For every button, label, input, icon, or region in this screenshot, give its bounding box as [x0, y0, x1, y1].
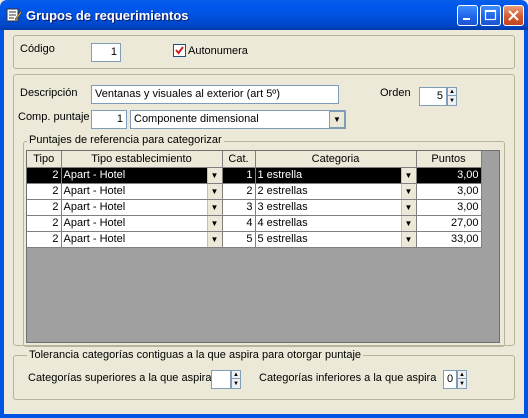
cell-puntos[interactable]: 3,00	[416, 183, 482, 200]
autonumera-label: Autonumera	[188, 45, 248, 57]
cell-text: Apart - Hotel	[63, 201, 126, 213]
table-row[interactable]: 2 Apart - Hotel ▼ 5 5 estrellas ▼ 33,00	[27, 231, 482, 248]
superiores-spinner[interactable]: ▲ ▼	[231, 370, 241, 389]
puntajes-table: Tipo Tipo establecimiento Cat. Categoria…	[27, 151, 482, 248]
table-row[interactable]: 2 Apart - Hotel ▼ 1 1 estrella ▼ 3,00	[27, 167, 482, 184]
autonumera-checkbox[interactable]	[173, 44, 186, 57]
comp-puntaje-label: Comp. puntaje	[18, 111, 90, 123]
maximize-button[interactable]	[480, 5, 501, 26]
chevron-down-icon[interactable]: ▼	[206, 215, 221, 230]
cell-text: 3 estrellas	[257, 201, 308, 213]
cell-puntos[interactable]: 3,00	[416, 167, 482, 184]
cell-text: 2 estrellas	[257, 185, 308, 197]
inferiores-spinner[interactable]: ▲ ▼	[457, 370, 467, 389]
cell-categoria[interactable]: 1 estrella ▼	[255, 167, 417, 184]
cell-establecimiento[interactable]: Apart - Hotel ▼	[61, 183, 223, 200]
title-bar: Grupos de requerimientos	[0, 0, 528, 30]
spin-up-icon[interactable]: ▲	[448, 88, 456, 96]
form-edit-icon	[6, 8, 22, 22]
cell-categoria[interactable]: 3 estrellas ▼	[255, 199, 417, 216]
close-button[interactable]	[503, 5, 524, 26]
cell-text: 5 estrellas	[257, 233, 308, 245]
spin-down-icon[interactable]: ▼	[458, 380, 466, 388]
superiores-input[interactable]	[211, 370, 231, 389]
chevron-down-icon[interactable]: ▼	[206, 167, 221, 182]
comp-puntaje-value: Componente dimensional	[134, 113, 259, 125]
puntajes-grid[interactable]: Tipo Tipo establecimiento Cat. Categoria…	[26, 150, 500, 343]
tolerancia-caption: Tolerancia categorías contiguas a la que…	[27, 349, 364, 361]
spin-up-icon[interactable]: ▲	[232, 371, 240, 379]
checkmark-icon	[175, 46, 184, 55]
orden-spinner[interactable]: ▲ ▼	[447, 87, 457, 106]
superiores-label: Categorías superiores a la que aspira	[28, 372, 212, 384]
cell-categoria[interactable]: 5 estrellas ▼	[255, 231, 417, 248]
cell-text: 4 estrellas	[257, 217, 308, 229]
cell-establecimiento[interactable]: Apart - Hotel ▼	[61, 231, 223, 248]
chevron-down-icon[interactable]: ▼	[206, 183, 221, 198]
spin-up-icon[interactable]: ▲	[458, 371, 466, 379]
spin-down-icon[interactable]: ▼	[232, 380, 240, 388]
chevron-down-icon[interactable]: ▼	[400, 167, 415, 182]
cell-cat[interactable]: 2	[222, 183, 256, 200]
cell-puntos[interactable]: 33,00	[416, 231, 482, 248]
cell-text: Apart - Hotel	[63, 217, 126, 229]
cell-puntos[interactable]: 3,00	[416, 199, 482, 216]
orden-label: Orden	[380, 87, 411, 99]
col-puntos[interactable]: Puntos	[416, 151, 482, 168]
minimize-button[interactable]	[457, 5, 478, 26]
cell-text: Apart - Hotel	[63, 185, 126, 197]
cell-establecimiento[interactable]: Apart - Hotel ▼	[61, 167, 223, 184]
orden-input[interactable]: 5	[419, 87, 447, 106]
window-title: Grupos de requerimientos	[26, 8, 189, 23]
col-cat[interactable]: Cat.	[222, 151, 256, 168]
cell-establecimiento[interactable]: Apart - Hotel ▼	[61, 199, 223, 216]
comp-puntaje-code[interactable]: 1	[91, 110, 127, 129]
codigo-label: Código	[20, 43, 55, 55]
inferiores-input[interactable]: 0	[443, 370, 457, 389]
descripcion-input[interactable]: Ventanas y visuales al exterior (art 5º)	[91, 85, 339, 104]
minimize-icon	[463, 18, 470, 20]
chevron-down-icon[interactable]: ▼	[400, 215, 415, 230]
table-row[interactable]: 2 Apart - Hotel ▼ 4 4 estrellas ▼ 27,00	[27, 215, 482, 232]
cell-puntos[interactable]: 27,00	[416, 215, 482, 232]
close-icon	[508, 10, 519, 21]
cell-cat[interactable]: 3	[222, 199, 256, 216]
codigo-group	[13, 35, 515, 69]
cell-cat[interactable]: 4	[222, 215, 256, 232]
codigo-input[interactable]: 1	[91, 43, 121, 62]
cell-cat[interactable]: 1	[222, 167, 256, 184]
cell-tipo[interactable]: 2	[27, 167, 62, 184]
spin-down-icon[interactable]: ▼	[448, 97, 456, 105]
puntajes-caption: Puntajes de referencia para categorizar	[27, 134, 224, 146]
table-row[interactable]: 2 Apart - Hotel ▼ 2 2 estrellas ▼ 3,00	[27, 183, 482, 200]
cell-categoria[interactable]: 4 estrellas ▼	[255, 215, 417, 232]
inferiores-label: Categorías inferiores a la que aspira	[259, 372, 437, 384]
comp-puntaje-select[interactable]: Componente dimensional	[130, 110, 346, 129]
chevron-down-icon[interactable]: ▼	[206, 231, 221, 246]
cell-cat[interactable]: 5	[222, 231, 256, 248]
col-categoria[interactable]: Categoria	[255, 151, 417, 168]
col-tipo[interactable]: Tipo	[27, 151, 62, 168]
table-header: Tipo Tipo establecimiento Cat. Categoria…	[27, 151, 482, 168]
cell-tipo[interactable]: 2	[27, 215, 62, 232]
cell-establecimiento[interactable]: Apart - Hotel ▼	[61, 215, 223, 232]
cell-text: 1 estrella	[257, 169, 303, 181]
cell-tipo[interactable]: 2	[27, 231, 62, 248]
cell-categoria[interactable]: 2 estrellas ▼	[255, 183, 417, 200]
cell-text: Apart - Hotel	[63, 233, 126, 245]
chevron-down-icon[interactable]: ▼	[400, 199, 415, 214]
cell-tipo[interactable]: 2	[27, 183, 62, 200]
chevron-down-icon[interactable]: ▼	[329, 111, 345, 128]
table-row[interactable]: 2 Apart - Hotel ▼ 3 3 estrellas ▼ 3,00	[27, 199, 482, 216]
chevron-down-icon[interactable]: ▼	[400, 231, 415, 246]
chevron-down-icon[interactable]: ▼	[400, 183, 415, 198]
chevron-down-icon[interactable]: ▼	[206, 199, 221, 214]
col-tipo-establecimiento[interactable]: Tipo establecimiento	[61, 151, 223, 168]
cell-tipo[interactable]: 2	[27, 199, 62, 216]
maximize-icon	[484, 9, 497, 21]
cell-text: Apart - Hotel	[63, 169, 126, 181]
descripcion-label: Descripción	[20, 87, 78, 99]
